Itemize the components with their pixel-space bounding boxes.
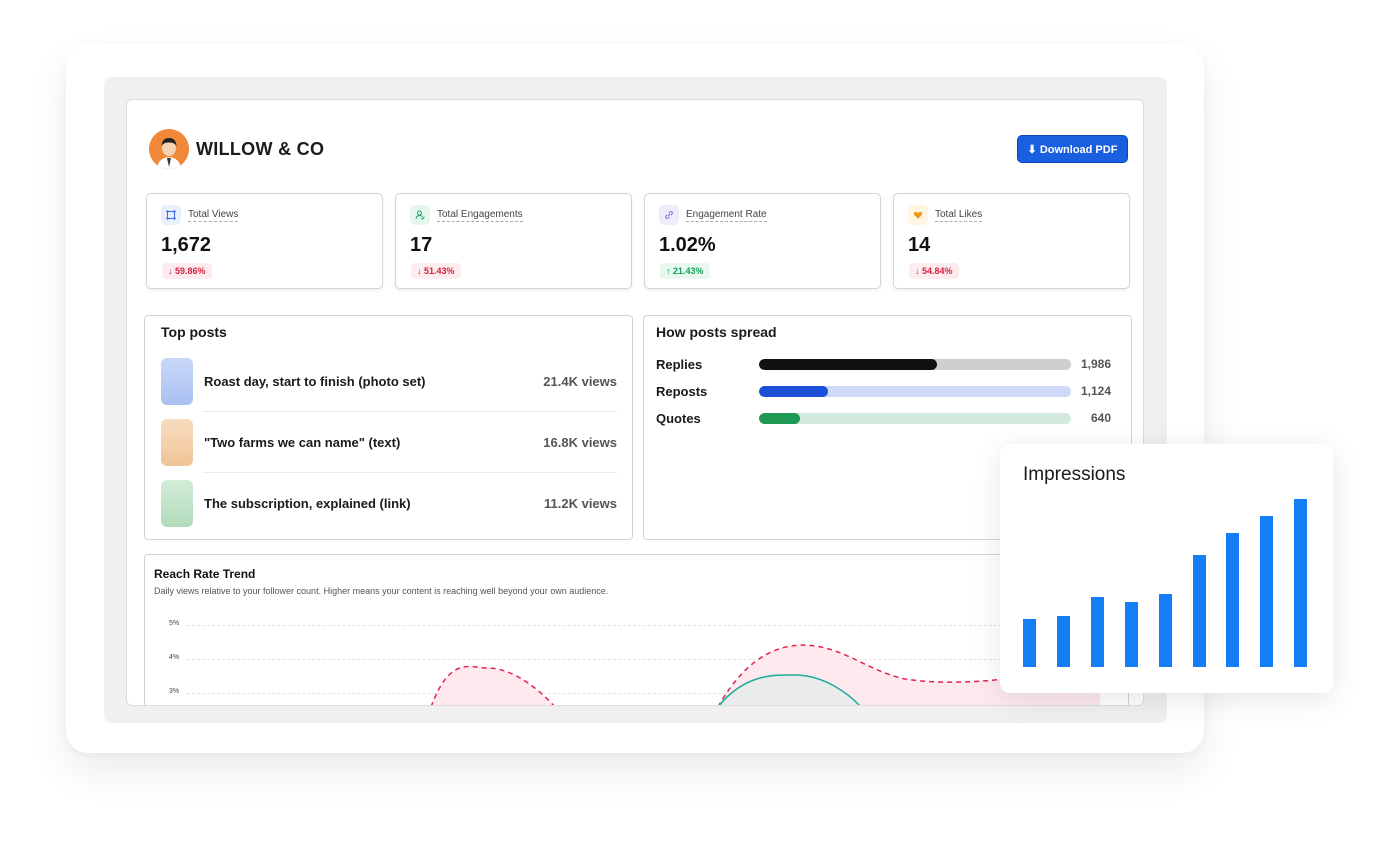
stat-label: Total Engagements bbox=[437, 209, 523, 222]
list-item[interactable]: The subscription, explained (link) 11.2K… bbox=[161, 479, 617, 527]
stat-value: 1.02% bbox=[659, 234, 716, 256]
spread-label: Quotes bbox=[656, 410, 701, 426]
post-views: 11.2K views bbox=[544, 495, 617, 511]
dashboard-card: WILLOW & CO ⬇ Download PDF Total Views 1… bbox=[126, 99, 1144, 706]
impressions-bar bbox=[1124, 602, 1138, 667]
spread-value: 640 bbox=[1090, 411, 1111, 425]
stat-total-engagements: Total Engagements 17 ↓ 51.43% bbox=[395, 193, 632, 289]
stat-change-badge: ↑ 21.43% bbox=[660, 263, 710, 279]
post-title: "Two farms we can name" (text) bbox=[204, 434, 401, 450]
top-posts-panel: Top posts Roast day, start to finish (ph… bbox=[144, 315, 633, 540]
spread-bar bbox=[759, 385, 828, 397]
spread-label: Reposts bbox=[656, 383, 708, 399]
engagement-icon bbox=[410, 205, 430, 225]
person-icon bbox=[149, 129, 189, 169]
views-icon bbox=[161, 205, 181, 225]
post-thumbnail bbox=[161, 418, 193, 466]
stat-change-badge: ↓ 51.43% bbox=[411, 263, 461, 279]
list-item[interactable]: "Two farms we can name" (text) 16.8K vie… bbox=[161, 418, 617, 466]
impressions-bar bbox=[1056, 616, 1070, 667]
spread-row-replies: Replies 1,986 bbox=[656, 356, 1111, 372]
divider bbox=[203, 411, 617, 412]
stat-label: Engagement Rate bbox=[686, 209, 767, 222]
stat-total-likes: Total Likes 14 ↓ 54.84% bbox=[893, 193, 1130, 289]
impressions-bar bbox=[1158, 593, 1172, 667]
spread-bar bbox=[759, 412, 800, 424]
spread-value: 1,986 bbox=[1080, 357, 1111, 371]
stat-label: Total Views bbox=[188, 209, 239, 222]
impressions-title: Impressions bbox=[1023, 464, 1126, 485]
stat-label: Total Likes bbox=[935, 209, 983, 222]
impressions-bar bbox=[1226, 532, 1240, 667]
stat-change-badge: ↓ 59.86% bbox=[162, 263, 212, 279]
impressions-bar bbox=[1260, 515, 1274, 667]
brand-name: WILLOW & CO bbox=[196, 138, 325, 159]
spread-track bbox=[759, 385, 1071, 397]
impressions-bar bbox=[1090, 597, 1104, 667]
spread-row-reposts: Reposts 1,124 bbox=[656, 383, 1111, 399]
brand-header: WILLOW & CO bbox=[149, 129, 324, 169]
post-views: 21.4K views bbox=[543, 373, 617, 389]
post-title: The subscription, explained (link) bbox=[204, 495, 411, 511]
spread-track bbox=[759, 412, 1071, 424]
stat-value: 14 bbox=[908, 234, 931, 256]
heart-icon bbox=[908, 205, 928, 225]
impressions-bar bbox=[1294, 498, 1308, 667]
link-icon bbox=[659, 205, 679, 225]
reach-trend-chart bbox=[431, 644, 1100, 705]
stat-total-views: Total Views 1,672 ↓ 59.86% bbox=[146, 193, 383, 289]
spread-bar bbox=[759, 358, 937, 370]
stat-change-badge: ↓ 54.84% bbox=[909, 263, 959, 279]
post-thumbnail bbox=[161, 479, 193, 527]
spread-label: Replies bbox=[656, 356, 703, 372]
stat-value: 1,672 bbox=[161, 234, 212, 256]
divider bbox=[203, 472, 617, 473]
post-title: Roast day, start to finish (photo set) bbox=[204, 373, 426, 389]
top-posts-title: Top posts bbox=[161, 324, 227, 340]
post-thumbnail bbox=[161, 357, 193, 405]
list-item[interactable]: Roast day, start to finish (photo set) 2… bbox=[161, 357, 617, 405]
impressions-bar bbox=[1192, 554, 1206, 667]
impressions-card: Impressions bbox=[1000, 444, 1333, 693]
impressions-bar bbox=[1023, 619, 1036, 667]
post-views: 16.8K views bbox=[543, 434, 617, 450]
posts-spread-title: How posts spread bbox=[656, 324, 777, 340]
reach-area-fill bbox=[431, 666, 554, 705]
stat-value: 17 bbox=[410, 234, 433, 256]
stat-engagement-rate: Engagement Rate 1.02% ↑ 21.43% bbox=[644, 193, 881, 289]
download-pdf-button[interactable]: ⬇ Download PDF bbox=[1017, 135, 1128, 163]
avatar bbox=[149, 129, 189, 169]
spread-row-quotes: Quotes 640 bbox=[656, 410, 1111, 426]
spread-value: 1,124 bbox=[1080, 384, 1111, 398]
reach-trend-panel: Reach Rate Trend Daily views relative to… bbox=[144, 554, 1129, 705]
spread-track bbox=[759, 358, 1071, 370]
